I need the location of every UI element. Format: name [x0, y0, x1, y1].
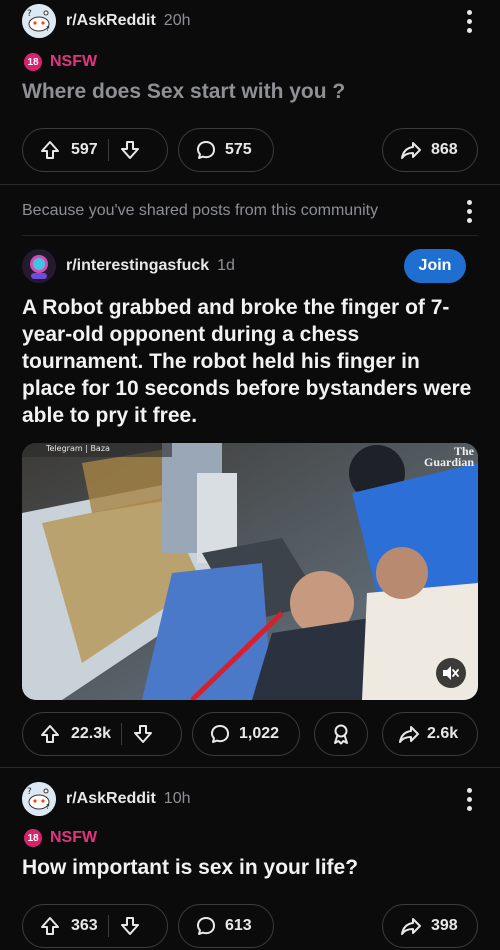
volume-muted-icon	[443, 666, 459, 680]
subreddit-avatar[interactable]	[22, 249, 56, 283]
video-player[interactable]: Telegram | Baza The Guardian	[22, 443, 478, 700]
downvote-icon[interactable]	[119, 139, 141, 161]
nsfw-badge-icon: 18	[24, 829, 42, 847]
svg-text:?: ?	[27, 787, 32, 797]
guardian-logo: The Guardian	[423, 444, 474, 469]
comment-icon	[197, 141, 215, 159]
comment-count: 613	[225, 917, 252, 934]
subreddit-name[interactable]: r/interestingasfuck	[66, 257, 209, 275]
share-icon	[401, 918, 421, 935]
comments-button[interactable]: 1,022	[192, 712, 300, 756]
post-card[interactable]: ? ? r/AskReddit 10h 18 NSFW How importan…	[0, 768, 500, 950]
svg-text:?: ?	[27, 9, 32, 19]
divider	[107, 915, 109, 937]
share-icon	[401, 142, 421, 159]
divider	[22, 235, 478, 236]
subreddit-name[interactable]: r/AskReddit	[66, 12, 156, 30]
nsfw-badge-icon: 18	[24, 53, 42, 71]
downvote-icon[interactable]	[132, 723, 154, 745]
more-options-icon[interactable]	[466, 788, 472, 811]
share-button[interactable]: 398	[382, 904, 478, 948]
subreddit-logo-icon	[22, 249, 56, 283]
upvote-count: 22.3k	[71, 725, 112, 742]
join-button[interactable]: Join	[404, 249, 466, 283]
vote-pill: 597	[22, 128, 168, 172]
post-time: 1d	[217, 257, 235, 274]
share-count: 398	[431, 917, 458, 934]
share-button[interactable]: 2.6k	[382, 712, 478, 756]
post-card[interactable]: ? ? r/AskReddit 20h 18 NSFW Where does S…	[0, 0, 500, 184]
more-options-icon[interactable]	[466, 10, 472, 33]
nsfw-label: NSFW	[50, 829, 98, 846]
subreddit-name[interactable]: r/AskReddit	[66, 790, 156, 808]
post-time: 10h	[163, 790, 191, 807]
video-watermark: Telegram | Baza	[46, 444, 110, 453]
vote-pill: 363	[22, 904, 168, 948]
divider	[107, 139, 109, 161]
comments-button[interactable]: 575	[178, 128, 274, 172]
share-button[interactable]: 868	[382, 128, 478, 172]
divider	[121, 723, 123, 745]
video-thumbnail	[22, 443, 478, 700]
award-icon	[334, 724, 348, 745]
award-button[interactable]	[314, 712, 368, 756]
share-count: 868	[431, 141, 458, 158]
comment-count: 575	[225, 141, 252, 158]
share-icon	[399, 726, 419, 743]
vote-pill: 22.3k	[22, 712, 182, 756]
post-title[interactable]: How important is sex in your life?	[22, 856, 478, 880]
more-options-icon[interactable]	[466, 200, 472, 223]
share-count: 2.6k	[427, 725, 459, 742]
comment-icon	[197, 917, 215, 935]
comments-button[interactable]: 613	[178, 904, 274, 948]
recommendation-reason: Because you've shared posts from this co…	[22, 202, 379, 219]
reddit-snoo-icon: ? ?	[22, 782, 56, 816]
reddit-snoo-icon: ? ?	[22, 4, 56, 38]
downvote-icon[interactable]	[119, 915, 141, 937]
mute-button[interactable]	[436, 658, 466, 688]
upvote-count: 597	[71, 141, 98, 158]
subreddit-avatar[interactable]: ? ?	[22, 4, 56, 38]
upvote-count: 363	[71, 917, 98, 934]
svg-text:?: ?	[46, 25, 50, 33]
post-title[interactable]: A Robot grabbed and broke the finger of …	[22, 294, 478, 429]
svg-text:?: ?	[46, 803, 50, 811]
post-title[interactable]: Where does Sex start with you ?	[22, 80, 478, 104]
subreddit-avatar[interactable]: ? ?	[22, 782, 56, 816]
upvote-icon[interactable]	[39, 915, 61, 937]
post-time: 20h	[163, 12, 191, 29]
upvote-icon[interactable]	[39, 723, 61, 745]
comment-icon	[211, 725, 229, 743]
comment-count: 1,022	[239, 725, 280, 742]
upvote-icon[interactable]	[39, 139, 61, 161]
nsfw-label: NSFW	[50, 53, 98, 70]
